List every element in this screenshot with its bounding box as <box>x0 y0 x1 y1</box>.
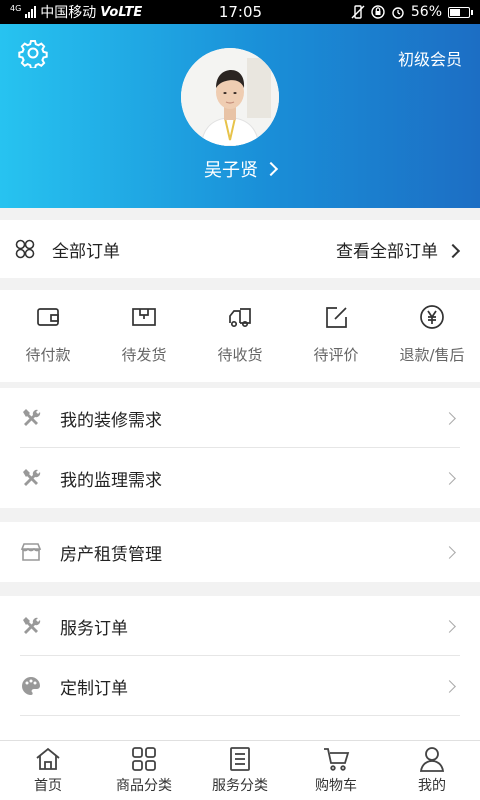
tools-icon <box>23 617 41 634</box>
menu-item-service-orders[interactable]: 服务订单 <box>0 596 480 656</box>
tab-label: 服务分类 <box>212 778 268 794</box>
tab-service-categories[interactable]: 服务分类 <box>192 741 288 800</box>
orders-title: 全部订单 <box>52 241 120 262</box>
tab-label: 首页 <box>34 778 62 794</box>
battery-percent: 56% <box>410 4 442 20</box>
network-type: 4G <box>10 3 22 13</box>
menu-group-property: 房产租赁管理 <box>0 522 480 582</box>
edit-icon <box>326 307 347 328</box>
rotation-lock-icon <box>371 5 385 19</box>
view-all-orders-link[interactable]: 查看全部订单 <box>336 237 461 262</box>
status-pending-shipment[interactable]: 待发货 <box>96 290 192 382</box>
tab-label: 我的 <box>418 778 446 794</box>
chevron-right-icon <box>443 471 456 485</box>
signal-icon <box>25 6 37 18</box>
member-level[interactable]: 初级会员 <box>398 46 462 70</box>
tab-cart[interactable]: 购物车 <box>288 741 384 800</box>
profile-header: 初级会员 吴子贤 <box>0 24 480 208</box>
username: 吴子贤 <box>204 160 258 181</box>
alarm-icon <box>392 7 404 19</box>
order-status-row: 待付款 待发货 待收货 待评价 退款/售后 <box>0 290 480 382</box>
tools-icon <box>23 409 41 426</box>
menu-item-supervision[interactable]: 我的监理需求 <box>0 448 480 508</box>
all-orders-row[interactable]: 全部订单 查看全部订单 <box>0 220 480 278</box>
cart-icon <box>324 748 350 771</box>
menu-label: 服务订单 <box>60 618 128 639</box>
yen-icon <box>420 305 444 329</box>
status-label: 待发货 <box>121 346 167 364</box>
menu-item-custom-orders[interactable]: 定制订单 <box>0 656 480 716</box>
wallet-icon <box>37 308 59 326</box>
truck-icon <box>229 308 251 328</box>
tab-label: 购物车 <box>315 778 357 794</box>
user-icon <box>419 747 445 772</box>
status-label: 待付款 <box>25 346 71 364</box>
menu-group-requests: 我的装修需求 我的监理需求 <box>0 388 480 508</box>
avatar[interactable] <box>181 48 279 146</box>
palette-icon <box>22 677 40 695</box>
chevron-right-icon <box>443 679 456 693</box>
status-label: 退款/售后 <box>399 346 465 364</box>
chevron-right-icon <box>443 545 456 559</box>
avatar-photo <box>181 48 279 146</box>
carrier-name: 中国移动 <box>40 5 97 21</box>
chevron-right-icon <box>443 411 456 425</box>
status-label: 待收货 <box>217 346 263 364</box>
menu-label: 房产租赁管理 <box>60 544 162 565</box>
package-icon <box>132 308 156 326</box>
bottom-tab-bar: 首页 商品分类 服务分类 购物车 我的 <box>0 740 480 800</box>
status-label: 待评价 <box>313 346 359 364</box>
menu-label: 我的装修需求 <box>60 410 162 431</box>
tools-icon <box>23 469 41 486</box>
status-pending-receipt[interactable]: 待收货 <box>192 290 288 382</box>
grid-icon <box>132 747 156 771</box>
store-icon <box>20 543 42 561</box>
status-bar: 4G 中国移动 VoLTE 17:05 56% <box>0 0 480 24</box>
clock: 17:05 <box>218 3 263 21</box>
status-pending-payment[interactable]: 待付款 <box>0 290 96 382</box>
tab-label: 商品分类 <box>116 778 172 794</box>
menu-item-renovation[interactable]: 我的装修需求 <box>0 388 480 448</box>
tab-product-categories[interactable]: 商品分类 <box>96 741 192 800</box>
username-link[interactable]: 吴子贤 <box>0 156 480 182</box>
document-icon <box>230 747 250 771</box>
volte-label: VoLTE <box>100 4 143 20</box>
chevron-right-icon <box>443 619 456 633</box>
view-all-orders-label: 查看全部订单 <box>336 241 438 262</box>
vibrate-off-icon <box>351 5 365 19</box>
menu-item-property-rental[interactable]: 房产租赁管理 <box>0 522 480 582</box>
status-pending-review[interactable]: 待评价 <box>288 290 384 382</box>
battery-icon <box>448 6 473 18</box>
menu-label: 我的监理需求 <box>60 470 162 491</box>
chevron-right-icon <box>445 243 461 258</box>
menu-group-services: 服务订单 定制订单 <box>0 596 480 740</box>
settings-gear-icon[interactable] <box>18 38 48 68</box>
home-icon <box>36 747 60 770</box>
orders-grid-icon <box>15 239 35 259</box>
tab-mine[interactable]: 我的 <box>384 741 480 800</box>
status-refund[interactable]: 退款/售后 <box>384 290 480 382</box>
menu-label: 定制订单 <box>60 678 128 699</box>
tab-home[interactable]: 首页 <box>0 741 96 800</box>
chevron-right-icon <box>263 161 279 177</box>
